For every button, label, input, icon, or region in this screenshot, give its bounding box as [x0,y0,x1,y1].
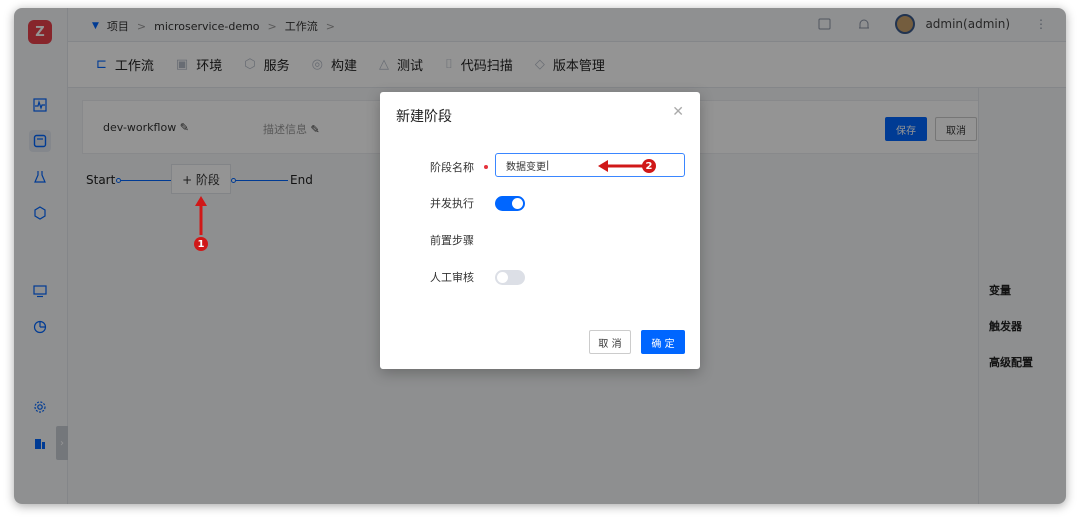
annotation-badge: 1 [194,237,208,251]
stage-name-value: 数据变更 [506,161,546,173]
manual-review-label: 人工审核 [430,271,474,284]
dialog-title: 新建阶段 [396,109,452,125]
annotation-badge: 2 [642,159,656,173]
required-dot-icon [484,165,488,169]
new-stage-dialog: 新建阶段 ✕ 阶段名称 数据变更 | 并发执行 前置步骤 人工审核 取 消 确 定… [380,92,700,369]
close-icon[interactable]: ✕ [672,104,684,120]
dialog-confirm-button[interactable]: 确 定 [641,330,685,354]
text-cursor: | [546,159,550,171]
stage-name-input[interactable]: 数据变更 | [495,153,685,177]
pre-step-label: 前置步骤 [430,234,474,247]
annotation-arrow-icon [598,160,645,172]
parallel-toggle[interactable] [495,196,525,211]
parallel-label: 并发执行 [430,197,474,210]
annotation-arrow-icon [195,196,207,235]
manual-review-toggle[interactable] [495,270,525,285]
stage-name-label: 阶段名称 [430,161,474,174]
dialog-cancel-button[interactable]: 取 消 [589,330,631,354]
app-window: Z › ▼ 项目 > microservice-demo > 工作流 > adm… [14,8,1066,504]
toggle-knob [497,272,508,283]
toggle-knob [512,198,523,209]
